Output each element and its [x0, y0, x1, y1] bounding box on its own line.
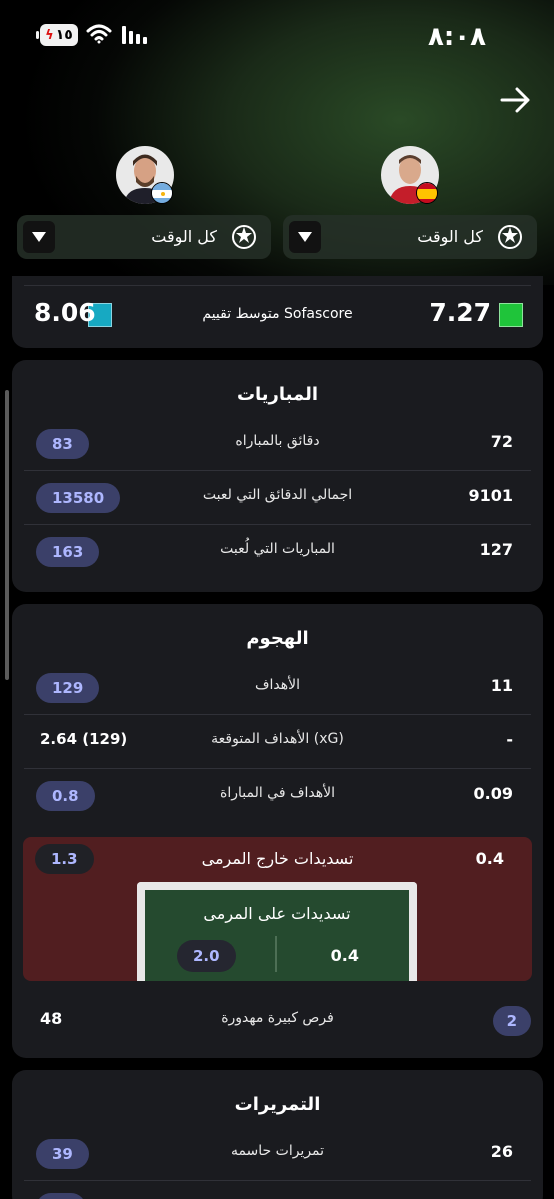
attack-card: الهجوم 11 الأهداف 129 - الأهداف المتوقعة… [12, 604, 543, 1058]
chevron-down-icon[interactable] [23, 221, 55, 253]
stat-label: تمريرات حاسمه [230, 1143, 325, 1159]
stat-row[interactable] [24, 1181, 531, 1199]
stat-label: فرص كبيرة مهدورة [221, 1010, 334, 1026]
shots-on-left-pill: 2.0 [177, 940, 236, 972]
period-selector-right[interactable]: كل الوقت [283, 215, 537, 259]
section-title-attack: الهجوم [246, 628, 309, 649]
rating-card: 7.27 متوسط تقييم Sofascore 8.06 [12, 276, 543, 348]
matches-card: المباريات 72 دقائق بالمباراه 83 9101 اجم… [12, 360, 543, 592]
stat-row[interactable]: 127 المباريات التي لُعبت 163 [24, 525, 531, 579]
champions-league-icon [497, 224, 523, 254]
rating-left: 8.06 [34, 298, 96, 327]
battery-indicator: ϟ ١٥ [36, 24, 78, 46]
shots-on-label: تسديدات على المرمى [203, 904, 351, 923]
stat-left-value: 2.64 (129) [40, 730, 128, 748]
shots-on-right-value: 0.4 [330, 946, 359, 965]
stat-row[interactable]: 0.09 الأهداف في المباراة 0.8 [24, 769, 531, 823]
stat-left-pill: 13580 [36, 483, 121, 513]
stat-row[interactable]: 2 فرص كبيرة مهدورة 48 [24, 994, 531, 1048]
stat-left-pill: 83 [36, 429, 89, 459]
stat-row[interactable]: 72 دقائق بالمباراه 83 [24, 417, 531, 471]
stat-row[interactable]: - الأهداف المتوقعة (xG) 2.64 (129) [24, 715, 531, 769]
spain-flag-icon [416, 182, 438, 204]
chevron-down-icon[interactable] [289, 221, 321, 253]
signal-icon [122, 26, 147, 44]
stat-row[interactable]: 26 تمريرات حاسمه 39 [24, 1127, 531, 1181]
stat-left-pill: 163 [36, 537, 100, 567]
period-label-right: كل الوقت [417, 227, 483, 246]
stat-row[interactable]: 11 الأهداف 129 [24, 661, 531, 715]
stat-left-pill: 39 [36, 1139, 89, 1169]
argentina-flag-icon [151, 182, 173, 204]
section-title-passing: التمريرات [234, 1094, 321, 1115]
charging-icon: ϟ [45, 27, 54, 43]
shots-off-label: تسديدات خارج المرمى [201, 849, 354, 868]
wifi-icon [86, 24, 112, 48]
shots-off-left-pill: 1.3 [35, 844, 94, 874]
back-arrow-icon[interactable] [500, 86, 532, 118]
scrollbar[interactable] [5, 390, 9, 680]
stat-label: الأهداف [254, 677, 300, 693]
header: ϟ ١٥ ٨:٠٨ كل الوقت كل الوقت [0, 0, 554, 285]
champions-league-icon [231, 224, 257, 254]
stat-left-pill: 0.8 [36, 781, 95, 811]
stat-label: الأهداف في المباراة [220, 785, 335, 801]
status-time: ٨:٠٨ [427, 22, 486, 52]
shots-graphic[interactable]: 0.4 تسديدات خارج المرمى 1.3 تسديدات على … [23, 837, 532, 981]
stat-left-pill: 129 [36, 673, 100, 703]
stat-left-value: 48 [40, 1009, 63, 1028]
section-title-matches: المباريات [236, 384, 319, 405]
stat-left-pill [36, 1193, 86, 1199]
stat-row[interactable]: 9101 اجمالي الدقائق التي لعبت 13580 [24, 471, 531, 525]
passing-card: التمريرات 26 تمريرات حاسمه 39 [12, 1070, 543, 1199]
period-label-left: كل الوقت [151, 227, 217, 246]
stat-label: دقائق بالمباراه [235, 433, 320, 449]
goal-frame: تسديدات على المرمى 0.4 2.0 [137, 882, 417, 981]
stat-label: المباريات التي لُعبت [220, 541, 335, 557]
period-selector-left[interactable]: كل الوقت [17, 215, 271, 259]
